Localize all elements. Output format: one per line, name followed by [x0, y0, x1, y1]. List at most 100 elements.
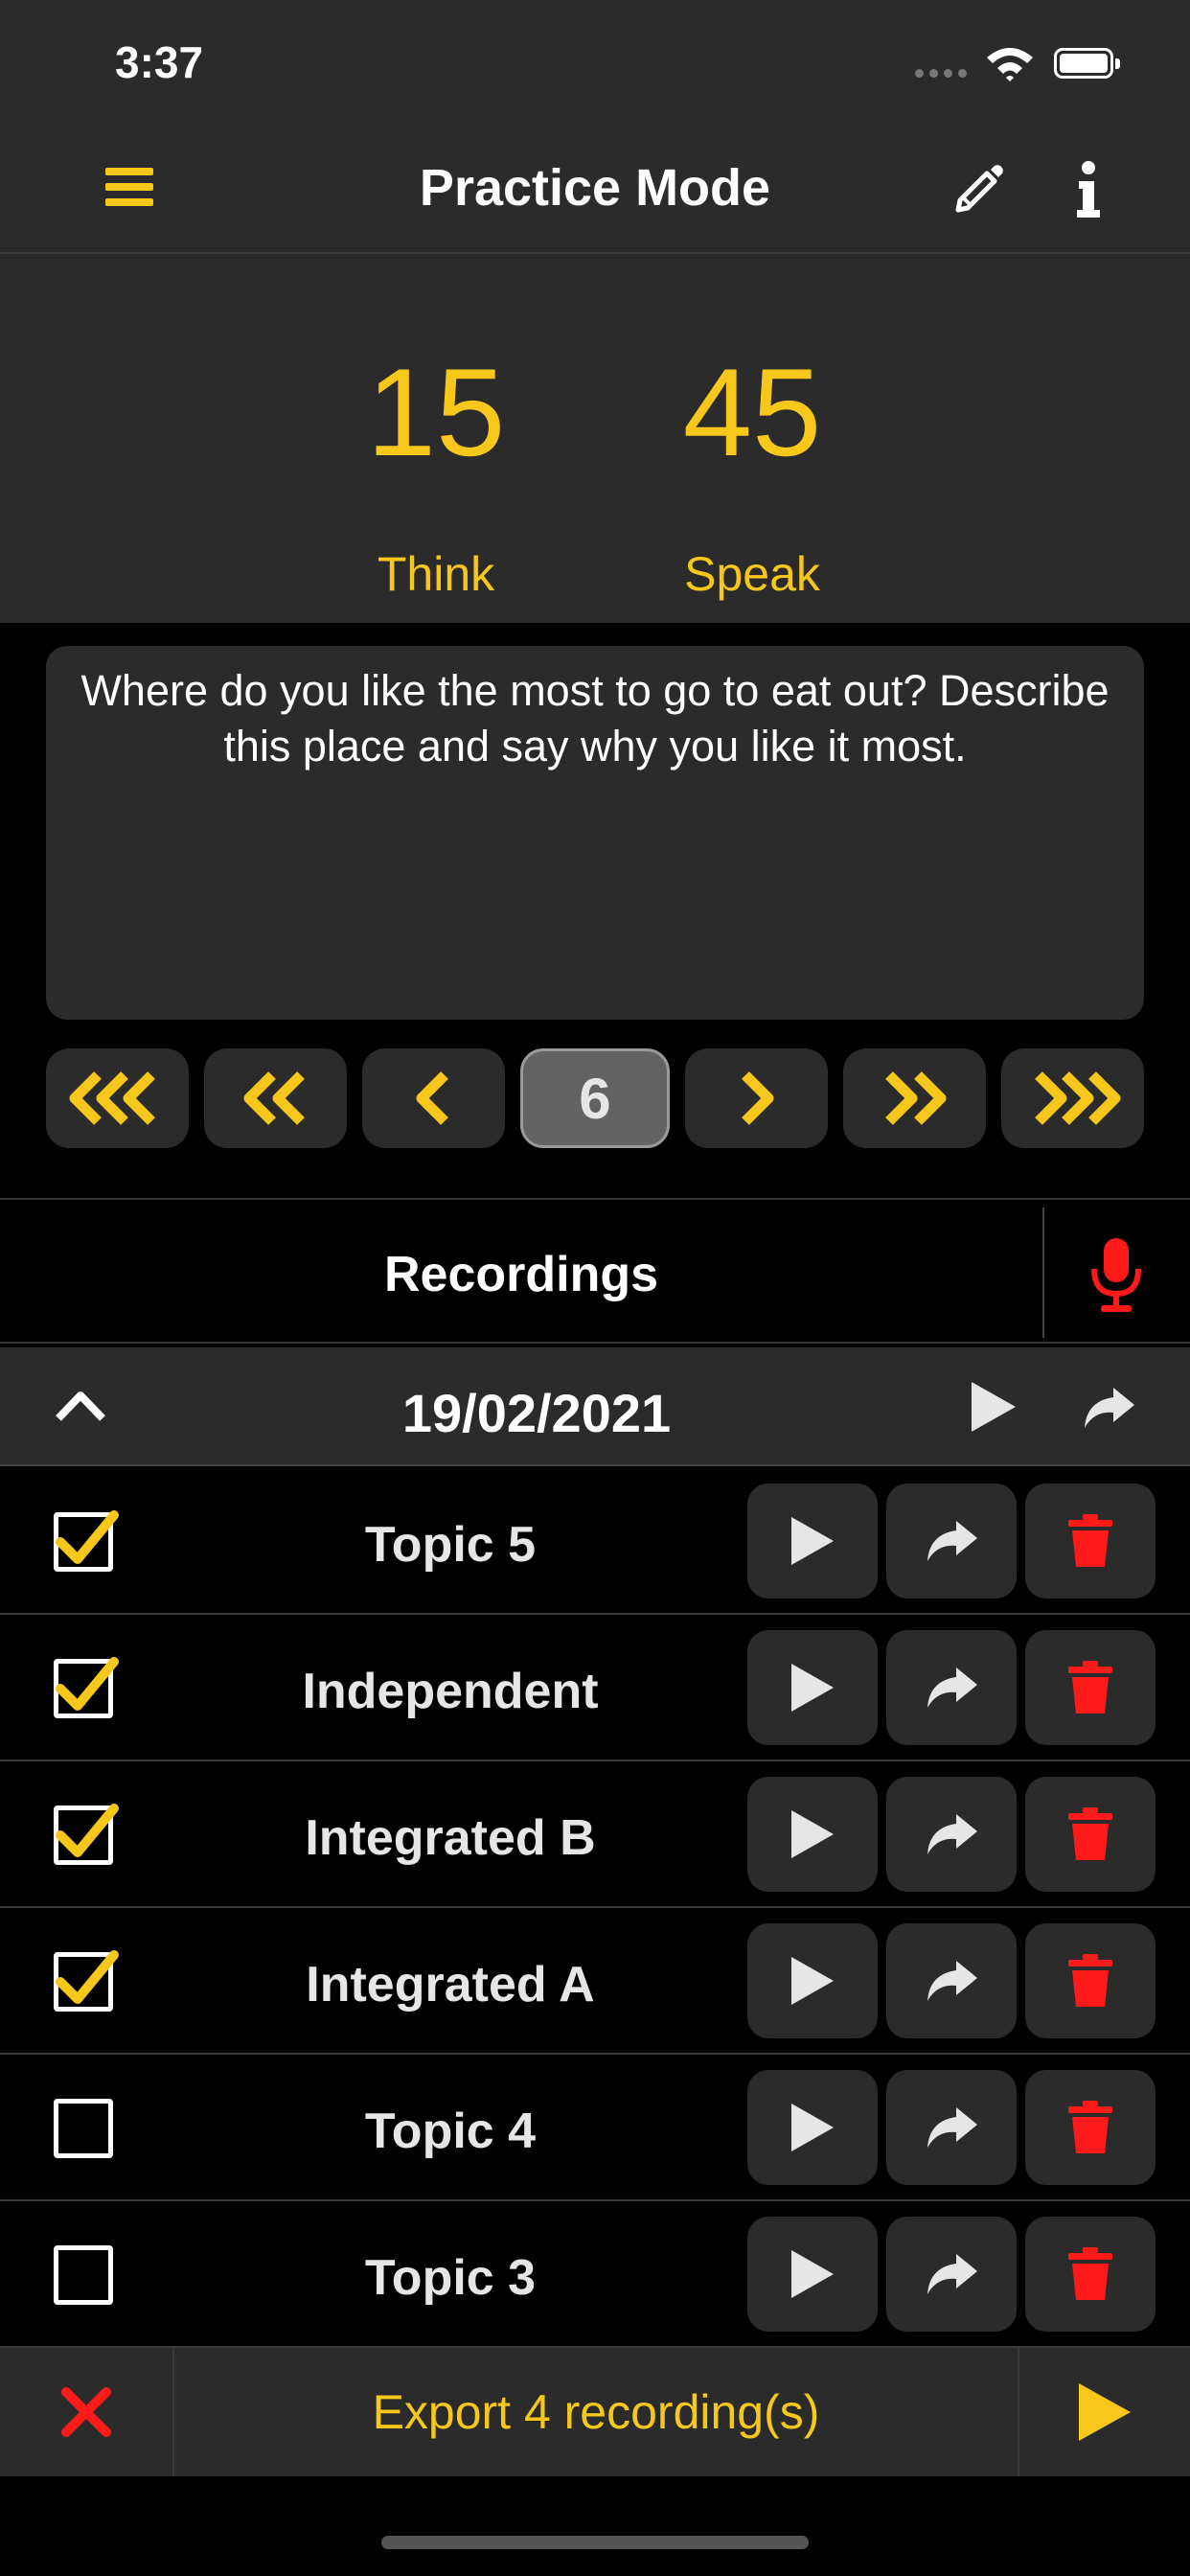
think-timer: 15 Think: [292, 350, 580, 602]
trash-icon: [1068, 2101, 1112, 2153]
play-selected-button[interactable]: [1018, 2348, 1190, 2476]
previous-button[interactable]: [362, 1048, 506, 1148]
delete-recording-button[interactable]: [1025, 2217, 1156, 2332]
recording-row: Integrated B: [0, 1761, 1190, 1908]
recordings-list: Topic 5 Independent Integrated B Integrated…: [0, 1468, 1190, 2348]
play-recording-button[interactable]: [747, 2070, 878, 2185]
recording-row: Independent: [0, 1615, 1190, 1761]
checkmark-icon: [56, 1804, 119, 1857]
microphone-icon[interactable]: [1087, 1236, 1145, 1315]
recording-checkbox[interactable]: [54, 1657, 119, 1718]
play-recording-button[interactable]: [747, 1923, 878, 2038]
triple-chevron-right-icon: [1035, 1071, 1121, 1125]
play-recording-button[interactable]: [747, 1484, 878, 1598]
page-title: Practice Mode: [419, 159, 771, 217]
recording-name: Topic 5: [364, 1517, 537, 1573]
delete-recording-button[interactable]: [1025, 1630, 1156, 1745]
delete-recording-button[interactable]: [1025, 1923, 1156, 2038]
navigation-bar: Practice Mode: [0, 129, 1190, 254]
current-page-indicator: 6: [520, 1048, 670, 1148]
recording-checkbox[interactable]: [54, 2099, 113, 2158]
speak-timer-label: Speak: [684, 547, 820, 601]
play-icon: [791, 1957, 834, 2005]
pencil-icon[interactable]: [950, 160, 1008, 218]
share-icon: [927, 1961, 977, 2001]
play-icon: [791, 2104, 834, 2151]
delete-recording-button[interactable]: [1025, 1777, 1156, 1892]
delete-recording-button[interactable]: [1025, 1484, 1156, 1598]
play-icon: [791, 1517, 834, 1565]
checkmark-icon: [56, 1510, 119, 1564]
question-panel: Where do you like the most to go to eat …: [23, 623, 1167, 1174]
share-recording-button[interactable]: [886, 2070, 1017, 2185]
wifi-icon: [987, 48, 1033, 81]
recording-row: Topic 3: [0, 2201, 1190, 2348]
think-timer-value: 15: [366, 342, 506, 482]
recording-checkbox[interactable]: [54, 2245, 113, 2305]
recordings-date-group: 19/02/2021: [0, 1347, 1190, 1466]
double-chevron-left-icon: [243, 1071, 305, 1125]
checkmark-icon: [56, 1950, 119, 2004]
delete-recording-button[interactable]: [1025, 2070, 1156, 2185]
play-recording-button[interactable]: [747, 1777, 878, 1892]
triple-chevron-left-icon: [69, 1071, 155, 1125]
recording-name: Topic 3: [364, 2250, 537, 2306]
cancel-export-button[interactable]: [0, 2348, 174, 2476]
play-icon: [1079, 2383, 1131, 2441]
export-button[interactable]: Export 4 recording(s): [174, 2348, 1018, 2476]
timers-panel: 15 Think 45 Speak: [0, 254, 1190, 623]
recording-name: Integrated B: [305, 1810, 596, 1866]
recording-name: Topic 4: [364, 2104, 537, 2159]
trash-icon: [1068, 1954, 1112, 2007]
info-icon[interactable]: [1071, 160, 1106, 219]
recording-checkbox[interactable]: [54, 1804, 119, 1865]
share-recording-button[interactable]: [886, 1484, 1017, 1598]
first-page-button[interactable]: [46, 1048, 190, 1148]
share-icon: [927, 2107, 977, 2148]
close-icon: [61, 2387, 111, 2437]
play-all-icon[interactable]: [968, 1378, 1019, 1436]
share-recording-button[interactable]: [886, 1630, 1017, 1745]
play-recording-button[interactable]: [747, 1630, 878, 1745]
double-chevron-right-icon: [885, 1071, 947, 1125]
share-recording-button[interactable]: [886, 2217, 1017, 2332]
recording-row: Topic 4: [0, 2055, 1190, 2201]
recording-checkbox[interactable]: [54, 1950, 119, 2012]
checkmark-icon: [56, 1657, 119, 1711]
share-recording-button[interactable]: [886, 1923, 1017, 2038]
last-page-button[interactable]: [1000, 1048, 1144, 1148]
play-recording-button[interactable]: [747, 2217, 878, 2332]
share-all-icon[interactable]: [1081, 1384, 1136, 1432]
share-icon: [927, 1521, 977, 1561]
recordings-date: 19/02/2021: [401, 1383, 672, 1443]
speak-timer-value: 45: [682, 342, 822, 482]
think-timer-label: Think: [377, 547, 495, 601]
status-time: 3:37: [115, 37, 204, 87]
home-indicator[interactable]: [381, 2536, 809, 2549]
play-icon: [791, 2250, 834, 2298]
share-icon: [927, 2254, 977, 2294]
recording-checkbox[interactable]: [54, 1510, 119, 1572]
trash-icon: [1068, 1661, 1112, 1714]
share-icon: [927, 1814, 977, 1854]
recordings-header: Recordings: [0, 1198, 1190, 1344]
question-text: Where do you like the most to go to eat …: [46, 646, 1144, 1020]
cellular-signal-icon: [915, 69, 967, 78]
recording-name: Integrated A: [306, 1957, 595, 2012]
next-button[interactable]: [684, 1048, 828, 1148]
skip-forward-button[interactable]: [842, 1048, 986, 1148]
recording-row: Integrated A: [0, 1908, 1190, 2055]
play-icon: [791, 1810, 834, 1858]
home-area: [0, 2476, 1190, 2576]
speak-timer: 45 Speak: [608, 350, 896, 602]
share-recording-button[interactable]: [886, 1777, 1017, 1892]
trash-icon: [1068, 1514, 1112, 1567]
question-pager: 6: [46, 1048, 1144, 1148]
recordings-title: Recordings: [383, 1247, 659, 1302]
trash-icon: [1068, 2247, 1112, 2300]
skip-back-button[interactable]: [204, 1048, 348, 1148]
battery-icon: [1054, 48, 1120, 79]
chevron-right-icon: [742, 1071, 774, 1125]
recording-name: Independent: [302, 1664, 599, 1719]
play-icon: [791, 1664, 834, 1712]
